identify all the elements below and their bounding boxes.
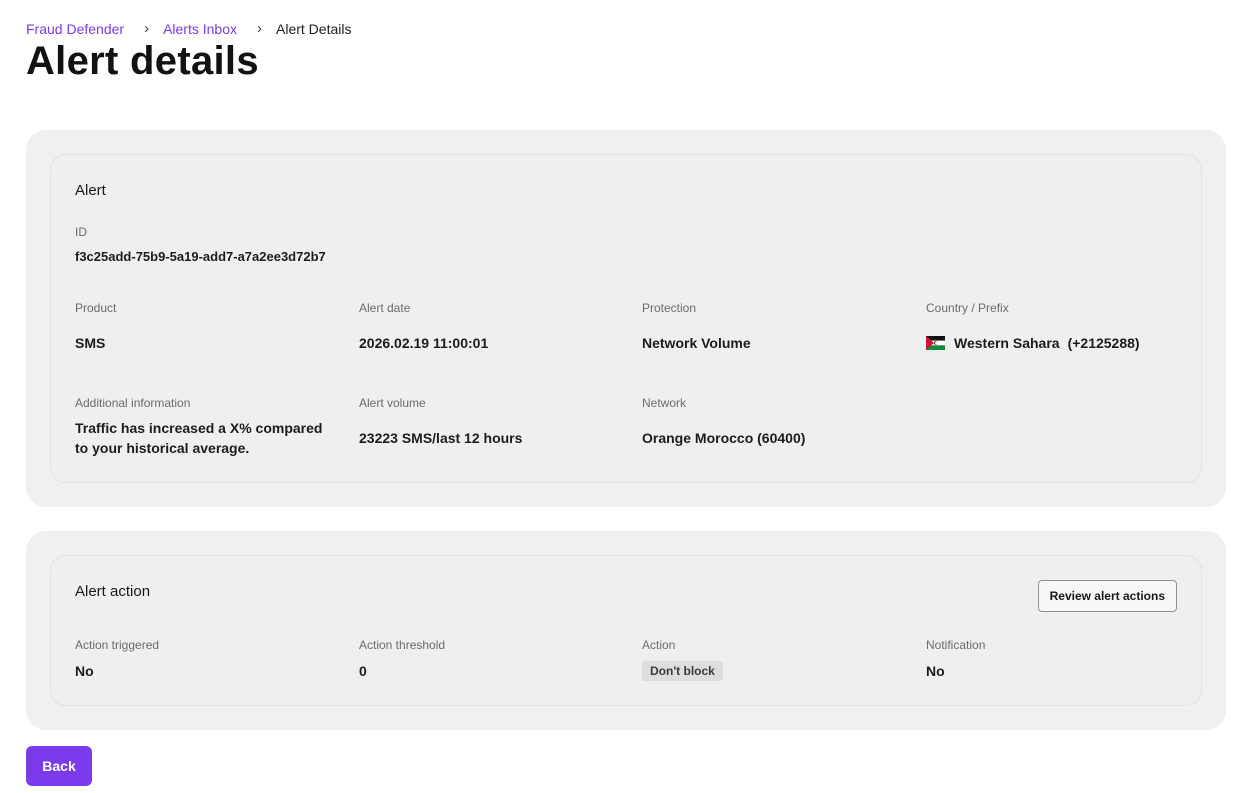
id-value: f3c25add-75b9-5a19-add7-a7a2ee3d72b7 [75, 249, 326, 264]
chevron-right-icon: › [144, 20, 150, 37]
alert-section-title: Alert [75, 182, 106, 199]
alert-date-value: 2026.02.19 11:00:01 [359, 335, 489, 351]
alert-card: Alert ID f3c25add-75b9-5a19-add7-a7a2ee3… [50, 154, 1202, 483]
country-prefix: (+2125288) [1067, 335, 1140, 351]
notification-label: Notification [926, 638, 986, 652]
alert-action-panel: Alert action Review alert actions Action… [26, 531, 1226, 730]
alert-date-label: Alert date [359, 301, 411, 315]
product-value: SMS [75, 335, 106, 351]
action-threshold-label: Action threshold [359, 638, 446, 652]
country-prefix-label: Country / Prefix [926, 301, 1009, 315]
action-threshold-value: 0 [359, 663, 367, 679]
network-value: Orange Morocco (60400) [642, 430, 806, 446]
breadcrumb-alerts-inbox[interactable]: Alerts Inbox [163, 20, 237, 38]
action-label: Action [642, 638, 676, 652]
alert-volume-value: 23223 SMS/last 12 hours [359, 430, 523, 446]
notification-value: No [926, 663, 945, 679]
alert-action-section-title: Alert action [75, 583, 151, 600]
product-label: Product [75, 301, 117, 315]
action-triggered-value: No [75, 663, 94, 679]
protection-label: Protection [642, 301, 697, 315]
alert-panel: Alert ID f3c25add-75b9-5a19-add7-a7a2ee3… [26, 130, 1226, 507]
breadcrumb-fraud-defender[interactable]: Fraud Defender [26, 20, 124, 38]
additional-info-label: Additional information [75, 396, 191, 410]
country-prefix-value: Western Sahara (+2125288) [926, 333, 1140, 353]
additional-info-value: Traffic has increased a X% compared to y… [75, 420, 323, 456]
chevron-right-icon: › [257, 20, 262, 37]
page-title: Alert details [26, 39, 259, 83]
review-alert-actions-button[interactable]: Review alert actions [1037, 580, 1177, 612]
action-status-badge: Don't block [642, 661, 723, 681]
western-sahara-flag-icon [926, 336, 945, 350]
country-name: Western Sahara [954, 335, 1060, 351]
breadcrumb-alert-details: Alert Details [276, 21, 352, 37]
alert-volume-label: Alert volume [359, 396, 426, 410]
protection-value: Network Volume [642, 335, 751, 351]
network-label: Network [642, 396, 687, 410]
id-label: ID [75, 225, 87, 239]
breadcrumb: Fraud Defender › Alerts Inbox › Alert De… [26, 20, 351, 38]
back-button[interactable]: Back [26, 746, 92, 786]
alert-action-card: Alert action Review alert actions Action… [50, 555, 1202, 706]
action-triggered-label: Action triggered [75, 638, 160, 652]
